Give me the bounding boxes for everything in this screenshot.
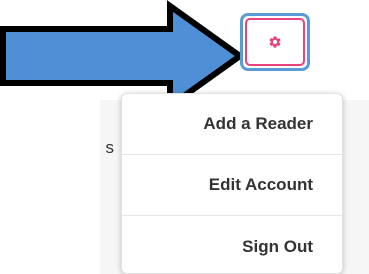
menu-item-add-reader[interactable]: Add a Reader [122,94,342,155]
gear-icon [268,35,282,49]
menu-item-sign-out[interactable]: Sign Out [122,216,342,273]
settings-button-inner [245,18,305,66]
menu-item-edit-account[interactable]: Edit Account [122,155,342,216]
background-text-fragment: s [105,138,115,157]
account-dropdown-menu: Add a Reader Edit Account Sign Out [121,93,343,274]
settings-button[interactable] [240,13,310,71]
